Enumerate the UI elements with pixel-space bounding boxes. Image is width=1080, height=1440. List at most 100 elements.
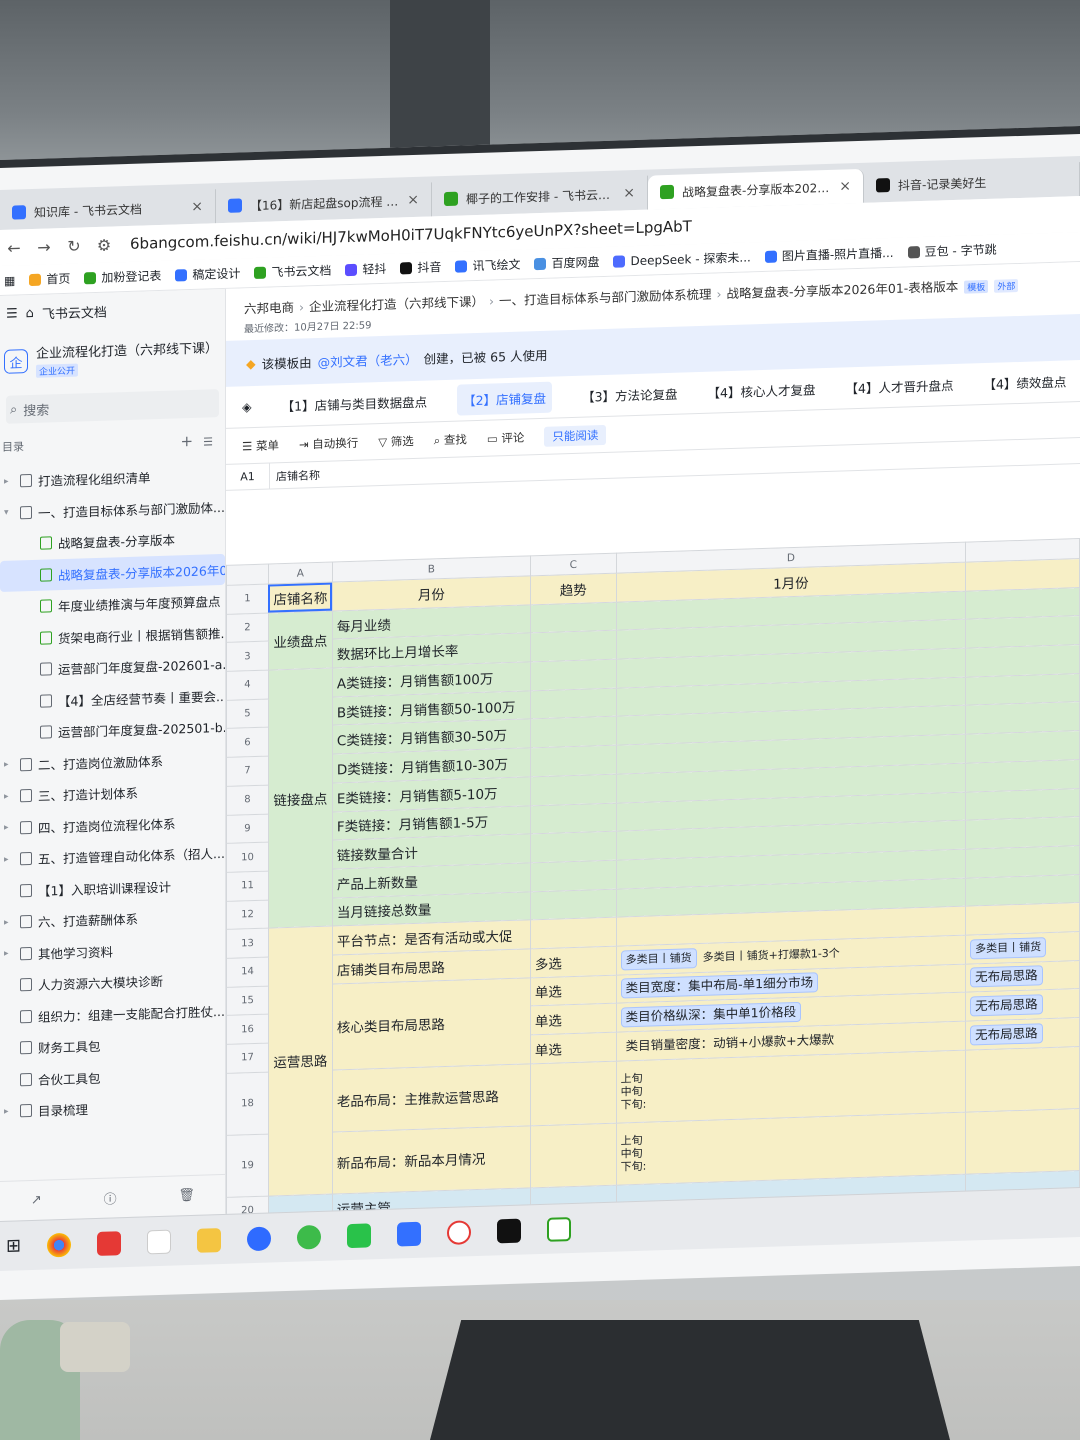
apps-grid-icon[interactable]: ▦ [4, 273, 15, 287]
corner-cell[interactable] [226, 564, 269, 586]
layers-icon[interactable]: ◈ [242, 399, 252, 414]
bookmark-item[interactable]: DeepSeek - 探索未... [613, 248, 751, 269]
column-header-c[interactable]: C [530, 553, 617, 576]
browser-e-icon[interactable] [297, 1224, 322, 1250]
cell-header-e[interactable] [965, 558, 1080, 591]
sidebar-tree-item[interactable]: ▸ 目录梳理 [0, 1089, 225, 1128]
cell-value[interactable]: 无布局思路 [965, 988, 1080, 1022]
breadcrumb-item[interactable]: 六邦电商 [244, 300, 294, 317]
cell-value[interactable] [965, 816, 1080, 850]
option-chip[interactable]: 多类目丨铺货 [620, 947, 697, 971]
cell-select-type[interactable]: 多选 [530, 946, 617, 978]
expand-arrow-icon[interactable]: ▸ [4, 823, 14, 833]
section-links[interactable]: 链接盘点 [268, 668, 333, 929]
close-icon[interactable]: × [623, 185, 635, 201]
sheet-tab[interactable]: 【4】人才晋升盘点 [846, 375, 954, 397]
cell-period-notes[interactable]: 上旬 中旬 下旬: [616, 1111, 966, 1185]
cell-trend[interactable] [530, 716, 617, 748]
cell-value[interactable] [965, 673, 1080, 706]
bookmark-item[interactable]: 轻抖 [345, 260, 386, 278]
sheet-tab[interactable]: 【3】方法论复盘 [582, 384, 677, 406]
option-chip[interactable]: 无布局思路 [970, 965, 1043, 988]
cell-metric[interactable]: 老品布局：主推款运营思路 [332, 1063, 531, 1132]
expand-arrow-icon[interactable]: ▸ [4, 854, 14, 864]
cell-trend[interactable] [530, 601, 617, 634]
sidebar-search[interactable]: ⌕ 搜索 [6, 389, 219, 424]
row-number[interactable]: 4 [226, 670, 269, 701]
folder-icon[interactable] [197, 1227, 222, 1253]
sheet-tab[interactable]: 【1】店铺与类目数据盘点 [282, 392, 427, 416]
cell-trend[interactable] [530, 659, 617, 691]
share-icon[interactable]: ↗ [31, 1193, 42, 1208]
formula-value[interactable]: 店铺名称 [270, 466, 320, 484]
add-icon[interactable]: + [181, 432, 194, 450]
app-shield-icon[interactable] [247, 1225, 272, 1251]
cell-metric[interactable]: 新品布局：新品本月情况 [332, 1125, 531, 1194]
cell-trend[interactable] [530, 860, 617, 892]
breadcrumb-item[interactable]: 战略复盘表-分享版本2026年01-表格版本 [727, 279, 959, 301]
collapse-icon[interactable]: ☰ [6, 306, 18, 321]
cell-value[interactable] [965, 730, 1080, 763]
cell-value[interactable] [965, 1108, 1080, 1174]
cell-value[interactable] [965, 702, 1080, 735]
toolbar-button[interactable]: ⇥ 自动换行 [299, 434, 358, 452]
cell-trend[interactable] [530, 1060, 617, 1126]
cell-select-type[interactable]: 单选 [530, 1032, 617, 1064]
cell-value[interactable] [965, 615, 1080, 649]
option-chip[interactable]: 无布局思路 [970, 994, 1043, 1017]
bookmark-item[interactable]: 飞书云文档 [254, 262, 331, 281]
section-performance[interactable]: 业绩盘点 [268, 610, 333, 671]
breadcrumb-item[interactable]: 一、打造目标体系与部门激励体系梳理 [499, 287, 712, 309]
forward-arrow-icon[interactable]: → [36, 237, 52, 257]
bookmark-item[interactable]: 抖音 [400, 258, 441, 276]
toolbar-button[interactable]: ☰ 菜单 [242, 437, 279, 454]
option-chip[interactable]: 类目宽度：集中布局-单1细分市场 [620, 972, 819, 999]
sheet-tab[interactable]: 【4】绩效盘点 [983, 371, 1066, 393]
cell-trend[interactable] [530, 687, 617, 720]
option-text[interactable]: 类目销量密度：动销+小爆款+大爆款 [620, 1029, 840, 1057]
cell-trend-header[interactable]: 趋势 [530, 573, 617, 605]
cell-trend[interactable] [530, 773, 617, 806]
cell-value[interactable] [965, 788, 1080, 821]
cell-value[interactable]: 多类目丨铺货 [965, 931, 1080, 964]
cell-period-notes[interactable]: 上旬 中旬 下旬: [616, 1049, 966, 1123]
bookmark-item[interactable]: 图片直播-照片直播... [764, 244, 894, 265]
toolbar-button[interactable]: ⌕ 查找 [434, 431, 467, 448]
row-number[interactable]: 16 [226, 1014, 269, 1045]
bookmark-item[interactable]: 讯飞绘文 [455, 256, 520, 275]
cell-trend[interactable] [530, 831, 617, 863]
reload-icon[interactable]: ↻ [66, 236, 82, 256]
cell-select-type[interactable]: 单选 [530, 974, 617, 1007]
row-number[interactable]: 6 [226, 727, 269, 758]
cell-select-type[interactable]: 单选 [530, 1003, 617, 1035]
cell-trend[interactable] [530, 1122, 617, 1188]
back-arrow-icon[interactable]: ← [6, 238, 22, 258]
bookmark-item[interactable]: 百度网盘 [534, 253, 599, 272]
close-icon[interactable]: × [191, 199, 203, 215]
option-chip[interactable]: 多类目丨铺货 [970, 936, 1047, 960]
sheet-tab[interactable]: 【2】店铺复盘 [457, 381, 553, 416]
list-settings-icon[interactable]: ☰ [203, 435, 213, 448]
wps-icon[interactable] [97, 1230, 122, 1256]
cell-trend[interactable] [530, 745, 617, 777]
sheet-tab[interactable]: 【4】核心人才复盘 [708, 379, 816, 401]
home-icon[interactable]: ⌂ [26, 305, 34, 320]
app-s-icon[interactable] [497, 1218, 522, 1243]
option-chip[interactable]: 类目价格纵深：集中单1价格段 [620, 1001, 802, 1028]
app-screen-icon[interactable] [547, 1216, 572, 1242]
row-number[interactable]: 11 [226, 870, 269, 901]
space-card[interactable]: 企 企业流程化打造（六邦线下课） 企业公开 [0, 325, 225, 392]
cell-value[interactable]: 无布局思路 [965, 960, 1080, 993]
row-number[interactable]: 17 [226, 1043, 269, 1074]
cell-trend[interactable] [530, 917, 617, 949]
feishu-icon[interactable] [397, 1221, 422, 1247]
cell-trend[interactable] [530, 802, 617, 835]
row-number[interactable]: 2 [226, 612, 269, 643]
cell-value[interactable] [965, 845, 1080, 878]
info-icon[interactable]: ⓘ [104, 1188, 117, 1207]
cell-value[interactable] [965, 759, 1080, 792]
breadcrumb-item[interactable]: 企业流程化打造（六邦线下课） [309, 294, 484, 315]
file-icon[interactable] [147, 1229, 172, 1254]
row-number[interactable]: 7 [226, 756, 269, 787]
row-number[interactable]: 18 [226, 1071, 269, 1136]
